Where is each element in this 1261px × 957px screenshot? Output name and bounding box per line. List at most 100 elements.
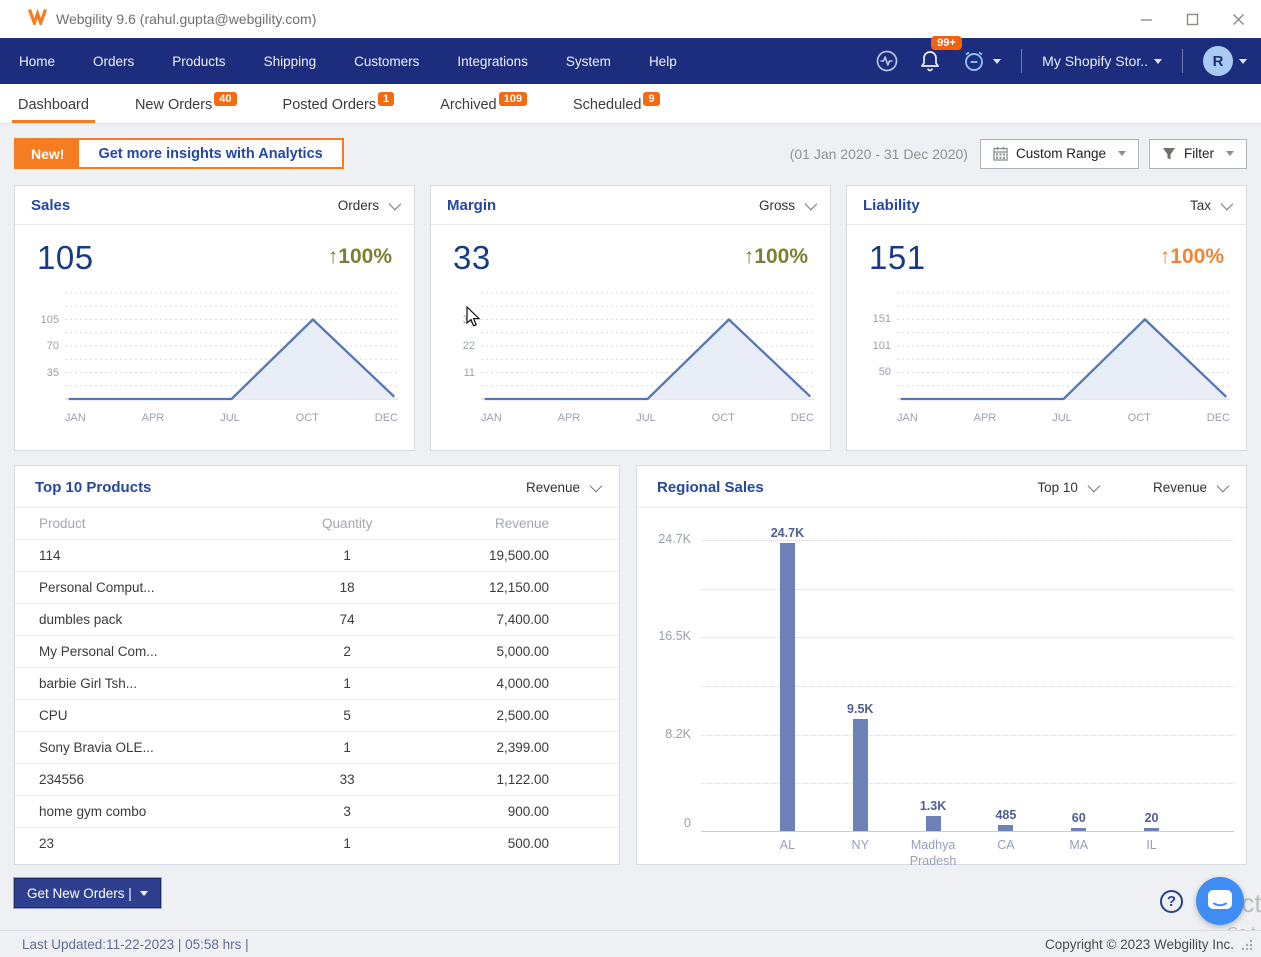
activity-icon[interactable] xyxy=(875,49,899,73)
bar xyxy=(779,543,795,831)
maximize-button[interactable] xyxy=(1169,0,1215,38)
metric-number-row: 151 ↑100% xyxy=(863,235,1230,279)
last-updated-text: Last Updated:11-22-2023 | 05:58 hrs | xyxy=(22,936,249,952)
dashboard-toolbar: New! Get more insights with Analytics (0… xyxy=(14,138,1247,169)
x-axis-tick: Madhya Pradesh xyxy=(909,838,957,868)
metric-value: 151 xyxy=(869,239,926,276)
x-axis-tick: MA xyxy=(1069,838,1089,852)
x-axis-tick: APR xyxy=(557,412,581,424)
chevron-down-icon xyxy=(589,479,603,493)
x-axis-tick: NY xyxy=(851,838,869,852)
regional-range-selector[interactable]: Top 10 xyxy=(1037,479,1101,495)
scheduler-dropdown[interactable] xyxy=(961,48,1002,74)
table-row: dumbles pack 74 7,400.00 xyxy=(15,603,619,636)
table-row: My Personal Com... 2 5,000.00 xyxy=(15,635,619,668)
help-icon[interactable]: ? xyxy=(1160,890,1183,913)
tab-label: Archived xyxy=(440,97,497,113)
metric-number-row: 105 ↑100% xyxy=(31,235,398,279)
bar xyxy=(1144,828,1160,831)
metric-card-body: 151 ↑100% 50 101 151 JAN APR JUL OCT DEC xyxy=(847,225,1246,424)
metric-change: ↑100% xyxy=(1159,245,1224,268)
table-row: home gym combo 3 900.00 xyxy=(15,795,619,828)
sparkline-chart: 35 70 105 xyxy=(31,287,398,410)
nav-item-products[interactable]: Products xyxy=(153,38,244,84)
tab-label: Posted Orders xyxy=(282,97,377,113)
metric-change: ↑100% xyxy=(743,245,808,268)
avatar: R xyxy=(1203,46,1233,76)
nav-item-orders[interactable]: Orders xyxy=(74,38,153,84)
tab-scheduled[interactable]: Scheduled 9 xyxy=(563,88,670,123)
table-cell: 1 xyxy=(280,731,414,764)
table-cell: Personal Comput... xyxy=(15,571,281,604)
metric-card-header: Sales Orders xyxy=(15,186,414,225)
table-cell: 1 xyxy=(280,539,414,572)
x-axis-tick: JAN xyxy=(481,412,502,424)
regional-metric-selector[interactable]: Revenue xyxy=(1153,479,1230,495)
x-axis-tick: JUL xyxy=(220,412,240,424)
nav-item-help[interactable]: Help xyxy=(630,38,696,84)
table-cell: 2,399.00 xyxy=(413,731,619,764)
x-axis-tick: OCT xyxy=(711,412,735,424)
products-card: Top 10 Products Revenue Product Quantity R… xyxy=(14,465,620,865)
table-cell: 7,400.00 xyxy=(413,603,619,636)
metric-selector[interactable]: Gross xyxy=(758,197,818,213)
calendar-icon xyxy=(993,147,1008,161)
custom-range-button[interactable]: Custom Range xyxy=(979,138,1139,169)
y-axis-tick: 16.5K xyxy=(658,629,691,644)
nav-item-system[interactable]: System xyxy=(547,38,630,84)
tab-bar: Dashboard New Orders 40 Posted Orders 1 Archi… xyxy=(0,84,1261,124)
resize-grip[interactable] xyxy=(1240,938,1253,951)
tab-label: New Orders xyxy=(134,97,213,113)
notifications-bell[interactable]: 99+ xyxy=(919,36,962,73)
tab-badge: 40 xyxy=(214,92,237,106)
nav-item-shipping[interactable]: Shipping xyxy=(245,38,336,84)
nav-item-integrations[interactable]: Integrations xyxy=(438,38,547,84)
nav-item-home[interactable]: Home xyxy=(0,38,74,84)
metric-title: Liability xyxy=(863,197,920,214)
table-cell: CPU xyxy=(15,699,281,732)
metric-selector[interactable]: Orders xyxy=(338,197,402,213)
store-selector[interactable]: My Shopify Stor.. xyxy=(1042,53,1162,69)
filter-button[interactable]: Filter xyxy=(1149,138,1247,169)
x-axis-tick: JAN xyxy=(897,412,918,424)
webgility-logo-icon xyxy=(27,8,48,30)
metric-number-row: 33 ↑100% xyxy=(447,235,814,279)
get-new-orders-button[interactable]: Get New Orders | xyxy=(13,877,162,909)
x-axis-labels: JAN APR JUL OCT DEC xyxy=(481,410,814,424)
y-axis-tick: 50 xyxy=(878,366,891,379)
sales-card: Sales Orders 105 ↑100% 35 70 105 JAN APR JUL OCT DE… xyxy=(14,185,415,451)
products-title: Top 10 Products xyxy=(35,479,152,496)
products-selector[interactable]: Revenue xyxy=(526,479,603,495)
table-cell: 4,000.00 xyxy=(413,667,619,700)
table-cell: 74 xyxy=(280,603,414,636)
bars-row: 24.7K 9.5K 1.3K 485 60 20 xyxy=(751,526,1188,831)
minimize-button[interactable] xyxy=(1123,0,1169,38)
table-cell: barbie Girl Tsh... xyxy=(15,667,281,700)
bar-value-label: 20 xyxy=(1144,811,1159,825)
tab-new-orders[interactable]: New Orders 40 xyxy=(125,88,247,123)
x-axis-tick: DEC xyxy=(1206,412,1230,424)
user-menu[interactable]: R xyxy=(1203,46,1247,76)
x-axis-labels: JAN APR JUL OCT DEC xyxy=(65,410,398,424)
metric-selector-label: Gross xyxy=(758,198,795,213)
tab-posted-orders[interactable]: Posted Orders 1 xyxy=(273,88,405,123)
table-cell: My Personal Com... xyxy=(15,635,281,668)
metric-selector-label: Tax xyxy=(1189,198,1211,213)
date-range-label: (01 Jan 2020 - 31 Dec 2020) xyxy=(789,145,968,162)
column-header-product: Product xyxy=(15,508,281,540)
nav-item-customers[interactable]: Customers xyxy=(335,38,438,84)
analytics-label: Get more insights with Analytics xyxy=(98,145,323,162)
app-window: Webgility 9.6 (rahul.gupta@webgility.com… xyxy=(0,0,1261,957)
tab-label: Dashboard xyxy=(18,97,89,113)
metric-value: 33 xyxy=(453,239,491,276)
close-button[interactable] xyxy=(1215,0,1261,38)
table-cell: 500.00 xyxy=(507,835,549,851)
chat-bubble-button[interactable] xyxy=(1196,877,1244,925)
tab-dashboard[interactable]: Dashboard xyxy=(8,88,99,123)
chevron-down-icon xyxy=(804,197,818,211)
chevron-down-icon xyxy=(1087,479,1101,493)
tab-archived[interactable]: Archived 109 xyxy=(430,88,537,123)
metric-selector[interactable]: Tax xyxy=(1189,197,1234,213)
x-axis-tick: IL xyxy=(1146,838,1157,852)
analytics-button[interactable]: New! Get more insights with Analytics xyxy=(14,138,344,169)
